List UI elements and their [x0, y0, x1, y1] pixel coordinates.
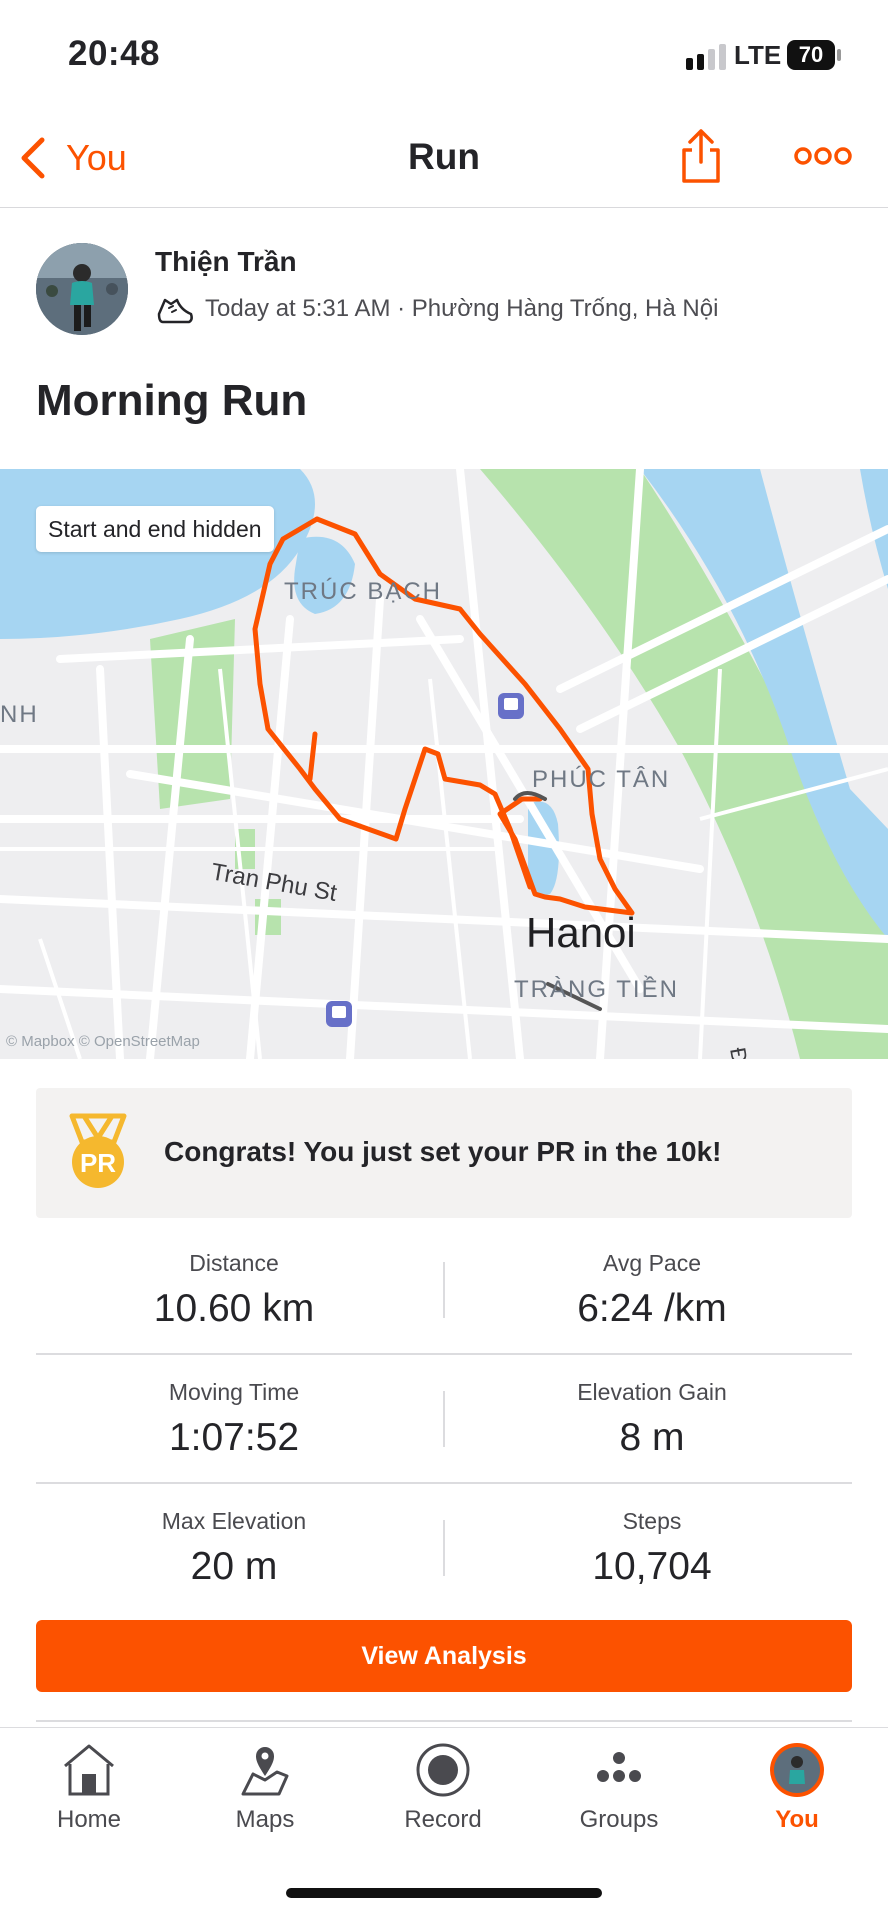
stat-row-separator	[36, 1353, 852, 1355]
activity-meta: Today at 5:31 AM · Phường Hàng Trống, Hà…	[205, 295, 719, 322]
tab-maps-label: Maps	[235, 1806, 295, 1833]
stat-label-avg-pace: Avg Pace	[602, 1250, 702, 1276]
tab-record-label: Record	[404, 1806, 482, 1833]
pr-medal-label: PR	[80, 1148, 116, 1178]
tabbar-divider	[0, 1727, 888, 1728]
map-label-hanoi: Hanoi	[526, 909, 636, 956]
stat-value-moving-time: 1:07:52	[168, 1416, 300, 1459]
avatar[interactable]	[36, 243, 128, 335]
train-station-icon	[326, 1001, 352, 1027]
maps-icon	[241, 1747, 289, 1796]
tab-you-label: You	[775, 1806, 819, 1833]
carrier-label: LTE	[734, 40, 782, 70]
stat-divider	[443, 1520, 445, 1576]
map-label-trang-tien: TRÀNG TIỀN	[514, 975, 679, 1003]
record-icon	[416, 1743, 470, 1797]
tab-groups[interactable]: Groups	[530, 1740, 708, 1850]
status-time: 20:48	[68, 34, 161, 73]
map-label-truc-bach: TRÚC BẠCH	[284, 578, 442, 605]
train-station-icon	[498, 693, 524, 719]
battery-level: 70	[798, 42, 824, 67]
view-analysis-button[interactable]: View Analysis	[36, 1620, 852, 1692]
start-end-hidden-badge: Start and end hidden	[36, 506, 274, 552]
stat-label-moving-time: Moving Time	[168, 1379, 300, 1405]
tab-groups-label: Groups	[579, 1806, 659, 1833]
signal-icon	[686, 44, 726, 70]
tab-you[interactable]: You	[708, 1740, 886, 1850]
stat-divider	[443, 1391, 445, 1447]
share-icon[interactable]	[680, 128, 722, 184]
stat-label-steps: Steps	[622, 1508, 682, 1534]
home-icon	[64, 1744, 114, 1796]
tab-record[interactable]: Record	[354, 1740, 532, 1850]
tab-home-label: Home	[56, 1806, 122, 1833]
header-divider	[0, 207, 888, 208]
map-attribution[interactable]: © Mapbox © OpenStreetMap	[6, 1033, 200, 1050]
home-indicator	[286, 1888, 602, 1898]
battery-icon: 70	[786, 39, 844, 71]
stat-value-avg-pace: 6:24 /km	[577, 1287, 727, 1330]
tab-maps[interactable]: Maps	[176, 1740, 354, 1850]
route-map[interactable]: TRÚC BẠCH PHÚC TÂN Tran Phu St Hanoi TRÀ…	[0, 469, 888, 1059]
groups-icon	[597, 1752, 641, 1782]
shoe-icon	[157, 298, 193, 324]
stat-label-max-elevation: Max Elevation	[161, 1508, 307, 1534]
map-label-nh: NH	[0, 701, 39, 728]
stat-value-steps: 10,704	[592, 1545, 712, 1588]
athlete-name[interactable]: Thiện Trần	[155, 246, 297, 278]
stat-value-elevation-gain: 8 m	[619, 1416, 685, 1459]
pr-medal-icon: PR	[69, 1113, 127, 1188]
stat-divider	[443, 1262, 445, 1318]
profile-avatar-icon	[770, 1743, 824, 1797]
more-options-icon[interactable]	[794, 146, 852, 166]
page-title: Run	[408, 136, 480, 177]
stat-label-distance: Distance	[189, 1250, 279, 1276]
stat-value-max-elevation: 20 m	[190, 1545, 278, 1588]
map-label-phuc-tan: PHÚC TÂN	[532, 766, 670, 793]
pr-message: Congrats! You just set your PR in the 10…	[164, 1136, 722, 1167]
stat-label-elevation-gain: Elevation Gain	[577, 1379, 727, 1405]
activity-title: Morning Run	[36, 376, 308, 425]
stat-row-separator	[36, 1482, 852, 1484]
stat-value-distance: 10.60 km	[153, 1287, 315, 1330]
tab-home[interactable]: Home	[0, 1740, 178, 1850]
content-bottom-separator	[36, 1720, 852, 1722]
